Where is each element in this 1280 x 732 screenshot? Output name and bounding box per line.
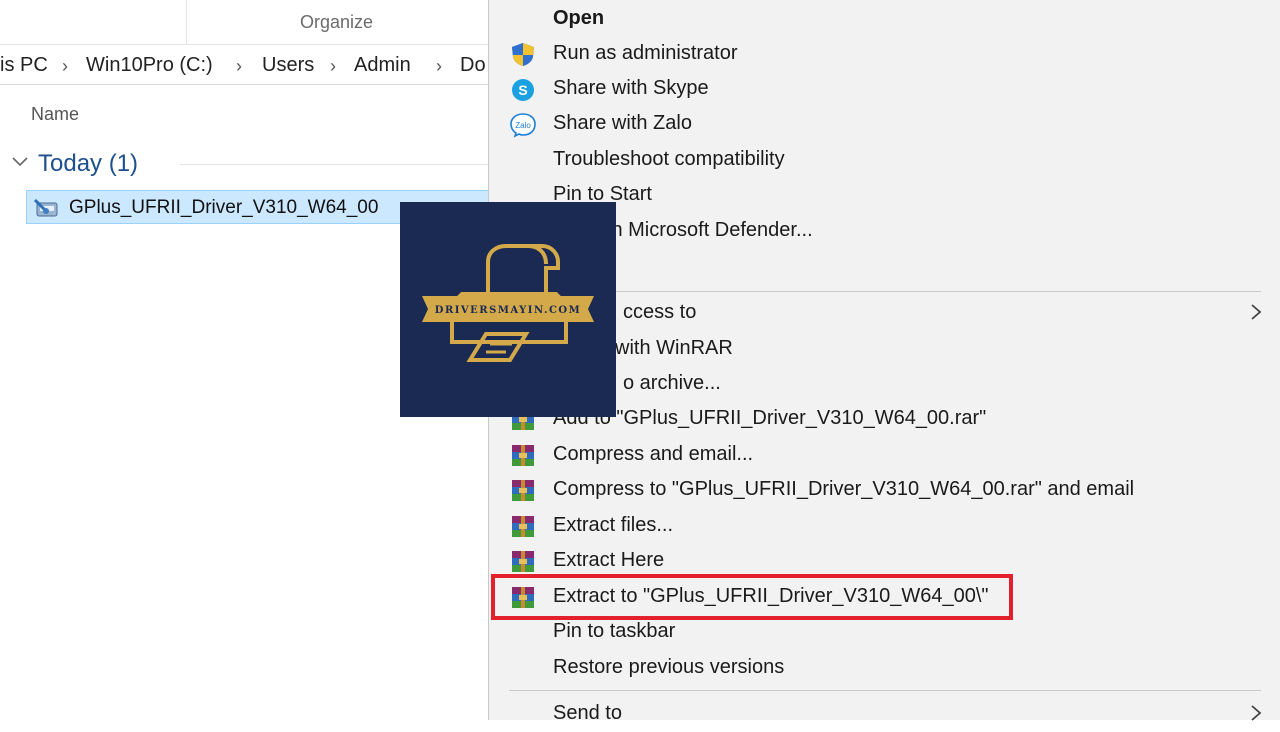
winrar-icon: [512, 516, 534, 537]
chevron-right-icon: [1251, 304, 1262, 320]
printer-logo-icon: DRIVERSMAYIN.COM: [422, 244, 594, 362]
ribbon: Organize: [0, 0, 490, 45]
group-label: Today (1): [38, 150, 139, 177]
menu-item-pin-to-taskbar[interactable]: Pin to taskbar: [489, 615, 1280, 650]
menu-item-label: Pin to taskbar: [553, 620, 676, 642]
menu-item-send-to[interactable]: Send to: [489, 697, 1280, 732]
file-name: GPlus_UFRII_Driver_V310_W64_00: [69, 197, 379, 218]
menu-item-label: ccess to: [623, 301, 697, 323]
breadcrumb-chevron-icon[interactable]: ›: [62, 56, 68, 77]
svg-text:S: S: [518, 82, 527, 98]
skype-icon: S: [512, 79, 534, 101]
menu-item-label: Share with Zalo: [553, 112, 692, 134]
winrar-icon: [512, 445, 534, 466]
installer-file-icon: [33, 198, 58, 217]
menu-item-label: Run as administrator: [553, 42, 738, 64]
menu-item-share-with-skype[interactable]: S Share with Skype: [489, 72, 1280, 107]
watermark-logo: DRIVERSMAYIN.COM: [400, 202, 616, 417]
menu-item-label: Compress and email...: [553, 443, 754, 465]
breadcrumb-chevron-icon[interactable]: ›: [330, 56, 336, 77]
chevron-right-icon: [1251, 705, 1262, 721]
winrar-icon: [512, 551, 534, 572]
uac-shield-icon: [512, 43, 534, 66]
menu-item-label: with Microsoft Defender...: [587, 219, 813, 241]
breadcrumb-admin[interactable]: Admin: [354, 54, 411, 77]
group-divider: [180, 164, 490, 165]
highlight-annotation-box: [491, 574, 1013, 620]
menu-item-label: Send to: [553, 702, 622, 724]
organize-group-label[interactable]: Organize: [300, 12, 373, 33]
chevron-down-icon[interactable]: [10, 152, 30, 172]
menu-item-compress-and-email[interactable]: Compress and email...: [489, 438, 1280, 473]
menu-item-label: Add to "GPlus_UFRII_Driver_V310_W64_00.r…: [553, 407, 987, 429]
breadcrumb-this-pc[interactable]: is PC: [0, 54, 48, 77]
menu-item-label: Troubleshoot compatibility: [553, 148, 785, 170]
menu-item-label: Extract Here: [553, 549, 665, 571]
menu-item-open[interactable]: Open: [489, 2, 1280, 37]
menu-separator: [509, 690, 1261, 691]
breadcrumb-chevron-icon[interactable]: ›: [436, 56, 442, 77]
menu-separator: [509, 291, 1261, 292]
breadcrumb-users[interactable]: Users: [262, 54, 314, 77]
menu-item-share-with-zalo[interactable]: Zalo Share with Zalo: [489, 107, 1280, 142]
name-column-header[interactable]: Name: [31, 104, 79, 125]
watermark-text: DRIVERSMAYIN.COM: [435, 305, 581, 316]
zalo-icon: Zalo: [510, 113, 536, 138]
menu-item-label: Extract files...: [553, 514, 674, 536]
menu-item-label: Compress to "GPlus_UFRII_Driver_V310_W64…: [553, 478, 1135, 500]
breadcrumb-documents[interactable]: Do: [460, 54, 486, 77]
winrar-icon: [512, 480, 534, 501]
svg-text:Zalo: Zalo: [515, 121, 531, 130]
group-header-today[interactable]: Today (1): [10, 150, 490, 180]
menu-item-extract-files[interactable]: Extract files...: [489, 509, 1280, 544]
menu-item-label: Open: [553, 7, 605, 29]
menu-item-label: o archive...: [623, 372, 721, 394]
menu-item-run-as-administrator[interactable]: Run as administrator: [489, 37, 1280, 72]
menu-item-troubleshoot-compatibility[interactable]: Troubleshoot compatibility: [489, 143, 1280, 178]
menu-item-label: Share with Skype: [553, 77, 709, 99]
breadcrumb-chevron-icon[interactable]: ›: [236, 56, 242, 77]
address-bar[interactable]: is PC › Win10Pro (C:) › Users › Admin › …: [0, 48, 490, 85]
breadcrumb-drive[interactable]: Win10Pro (C:): [86, 54, 213, 77]
menu-item-label: Restore previous versions: [553, 656, 785, 678]
menu-item-restore-previous-versions[interactable]: Restore previous versions: [489, 651, 1280, 686]
menu-item-label: with WinRAR: [615, 337, 733, 359]
ribbon-divider: [186, 0, 187, 44]
menu-item-compress-to-rar-and-email[interactable]: Compress to "GPlus_UFRII_Driver_V310_W64…: [489, 473, 1280, 508]
